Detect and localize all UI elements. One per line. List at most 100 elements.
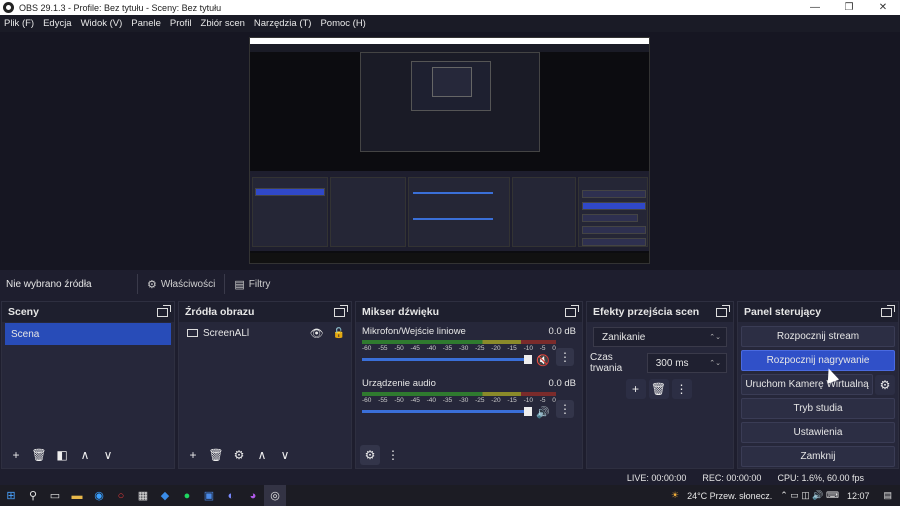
move-down-icon[interactable]: ∨ [98, 445, 118, 465]
delete-source-icon[interactable]: 🗑 [206, 445, 226, 465]
close-button[interactable]: ✕ [866, 2, 900, 13]
menu-file[interactable]: Plik (F) [4, 18, 34, 29]
source-properties-icon[interactable]: ⚙ [229, 445, 249, 465]
sources-dock: Źródła obrazu ScreenALl 👁 🔓 + 🗑 ⚙ ∧ ∨ [178, 301, 352, 469]
start-virtual-camera-button[interactable]: Uruchom Kamerę Wirtualną [741, 374, 873, 395]
volume-slider[interactable] [362, 355, 532, 364]
slider-handle[interactable] [524, 407, 532, 416]
delete-scene-icon[interactable]: 🗑 [29, 445, 49, 465]
controls-dock: Panel sterujący Rozpocznij stream Rozpoc… [737, 301, 899, 469]
add-transition-button[interactable]: + [625, 379, 646, 399]
duration-label: Czas trwania [590, 352, 623, 374]
search-icon[interactable]: ⚲ [22, 485, 44, 506]
undock-icon[interactable] [565, 304, 579, 317]
scene-filters-icon[interactable]: ◧ [52, 445, 72, 465]
channel-db: 0.0 dB [548, 378, 576, 389]
calculator-icon[interactable]: ▦ [132, 485, 154, 506]
filter-icon: ▤ [234, 278, 245, 291]
add-source-button[interactable]: + [183, 445, 203, 465]
clock[interactable]: 12:07 [847, 491, 870, 501]
muted-speaker-icon[interactable]: 🔇 [536, 354, 550, 367]
controls-title: Panel sterujący [744, 306, 822, 318]
start-recording-button[interactable]: Rozpocznij nagrywanie [741, 350, 895, 371]
source-toolbar: Nie wybrano źródła ⚙ Właściwości ▤ Filtr… [0, 270, 900, 298]
file-explorer-icon[interactable]: ▬ [66, 485, 88, 506]
start-stream-button[interactable]: Rozpocznij stream [741, 326, 895, 347]
word-icon[interactable]: ▣ [198, 485, 220, 506]
properties-button[interactable]: ⚙ Właściwości [137, 274, 224, 294]
app-icon[interactable]: ◕ [242, 485, 264, 506]
exit-button[interactable]: Zamknij [741, 446, 895, 467]
gear-icon: ⚙ [147, 278, 157, 291]
mixer-title: Mikser dźwięku [362, 306, 440, 318]
preview-area [0, 32, 900, 270]
rec-status: REC: 00:00:00 [702, 473, 762, 483]
volume-slider[interactable] [362, 407, 532, 416]
add-scene-button[interactable]: + [6, 445, 26, 465]
opera-icon[interactable]: ○ [110, 485, 132, 506]
cpu-status: CPU: 1.6%, 60.00 fps [777, 473, 864, 483]
move-up-icon[interactable]: ∧ [252, 445, 272, 465]
eye-icon[interactable]: 👁 [310, 327, 324, 340]
undock-icon[interactable] [157, 304, 171, 317]
chevron-updown-icon: ⌃⌄ [709, 334, 721, 341]
tray-icons[interactable]: ⌃ ▭ ◫ 🔊 ⌨ [780, 490, 839, 501]
menu-scene-collection[interactable]: Zbiór scen [201, 18, 245, 29]
studio-mode-button[interactable]: Tryb studia [741, 398, 895, 419]
advanced-audio-icon[interactable]: ⚙ [360, 445, 380, 465]
move-up-icon[interactable]: ∧ [75, 445, 95, 465]
status-bar: LIVE: 00:00:00 REC: 00:00:00 CPU: 1.6%, … [0, 471, 900, 485]
obs-taskbar-icon[interactable]: ◎ [264, 485, 286, 506]
task-view-icon[interactable]: ▭ [44, 485, 66, 506]
windows-start-icon[interactable]: ⊞ [0, 485, 22, 506]
weather-icon: ☀ [670, 490, 680, 500]
sources-title: Źródła obrazu [185, 306, 255, 318]
menu-help[interactable]: Pomoc (H) [320, 18, 365, 29]
delete-transition-icon[interactable]: 🗑 [648, 379, 669, 399]
mixer-dock: Mikser dźwięku Mikrofon/Wejście liniowe 0… [355, 301, 583, 469]
lock-icon[interactable]: 🔓 [333, 328, 345, 339]
mixer-menu-icon[interactable]: ⋮ [383, 445, 403, 465]
channel-menu-icon[interactable]: ⋮ [556, 348, 574, 366]
menu-tools[interactable]: Narzędzia (T) [254, 18, 312, 29]
scene-item[interactable]: Scena [5, 323, 171, 345]
transition-value: Zanikanie [602, 331, 646, 343]
preview-canvas[interactable] [249, 37, 650, 264]
discord-icon[interactable]: ◐ [220, 485, 242, 506]
menu-edit[interactable]: Edycja [43, 18, 72, 29]
transition-menu-icon[interactable]: ⋮ [671, 379, 692, 399]
transition-select[interactable]: Zanikanie ⌃⌄ [593, 327, 727, 347]
menu-profile[interactable]: Profil [170, 18, 192, 29]
mixer-channel: Urządzenie audio 0.0 dB -60 -55 -50 -45 -40 -3… [356, 374, 582, 426]
move-down-icon[interactable]: ∨ [275, 445, 295, 465]
vscode-icon[interactable]: ◆ [154, 485, 176, 506]
menu-view[interactable]: Widok (V) [81, 18, 123, 29]
notifications-icon[interactable]: ▤ [883, 490, 892, 501]
chevron-updown-icon[interactable]: ⌃⌄ [709, 359, 721, 367]
duration-input[interactable]: 300 ms ⌃⌄ [646, 353, 727, 373]
filters-button[interactable]: ▤ Filtry [224, 274, 279, 294]
gear-icon[interactable]: ⚙ [875, 374, 895, 395]
menu-docks[interactable]: Panele [131, 18, 161, 29]
settings-button[interactable]: Ustawienia [741, 422, 895, 443]
edge-icon[interactable]: ◉ [88, 485, 110, 506]
title-bar: OBS 29.1.3 - Profile: Bez tytułu - Sceny… [0, 0, 900, 15]
no-source-label: Nie wybrano źródła [6, 278, 92, 290]
mixer-channel: Mikrofon/Wejście liniowe 0.0 dB -60 -55 -50… [356, 322, 582, 374]
scene-label: Scena [11, 328, 40, 340]
undock-icon[interactable] [716, 304, 730, 317]
speaker-icon[interactable]: 🔊 [536, 406, 550, 419]
slider-handle[interactable] [524, 355, 532, 364]
weather-text[interactable]: 24°C Przew. słonecz. [687, 491, 772, 501]
spotify-icon[interactable]: ● [176, 485, 198, 506]
undock-icon[interactable] [334, 304, 348, 317]
channel-menu-icon[interactable]: ⋮ [556, 400, 574, 418]
transitions-title: Efekty przejścia scen [593, 306, 700, 318]
source-item[interactable]: ScreenALl 👁 🔓 [179, 322, 351, 344]
taskbar: ⊞ ⚲ ▭ ▬ ◉ ○ ▦ ◆ ● ▣ ◐ ◕ ◎ ☀ 24°C Przew. … [0, 485, 900, 506]
minimize-button[interactable]: — [798, 2, 832, 13]
undock-icon[interactable] [881, 304, 895, 317]
scenes-title: Sceny [8, 306, 39, 318]
properties-label: Właściwości [160, 278, 216, 290]
maximize-button[interactable]: ❐ [832, 2, 866, 13]
